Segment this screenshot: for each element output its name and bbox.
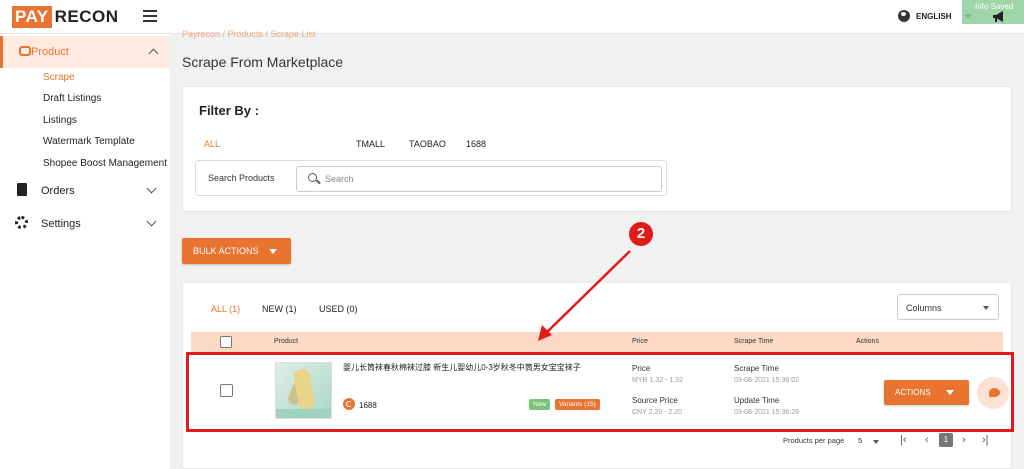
actions-label: ACTIONS [895, 388, 931, 397]
sidebar-subitem-scrape[interactable]: Scrape [43, 72, 75, 83]
header-actions: Actions [856, 338, 879, 345]
sidebar-item-label: Settings [41, 218, 81, 230]
update-time-value: 03-08-2021 15:36:26 [734, 409, 799, 416]
clipboard-icon [17, 183, 27, 196]
per-page-select[interactable]: 5 [858, 436, 862, 445]
update-time-label: Update Time [734, 396, 780, 405]
sidebar-subitem-listings[interactable]: Listings [43, 115, 77, 126]
filter-title: Filter By : [199, 103, 259, 118]
caret-down-icon[interactable] [873, 440, 879, 444]
sidebar-item-orders[interactable]: Orders [0, 180, 170, 202]
sidebar-subitem-draft-listings[interactable]: Draft Listings [43, 93, 101, 104]
top-bar: PAY RECON ENGLISH Info Saved [0, 0, 1024, 34]
product-thumbnail[interactable] [275, 362, 332, 419]
scrape-time-value: 03-08-2021 15:36:02 [734, 377, 799, 384]
bulk-actions-button[interactable]: BULK ACTIONS [182, 238, 291, 264]
tab-used[interactable]: USED (0) [319, 304, 358, 314]
product-table-card: ALL (1) NEW (1) USED (0) Columns Product… [182, 282, 1012, 469]
sidebar-subitem-watermark-template[interactable]: Watermark Template [43, 136, 135, 147]
filter-tab-taobao[interactable]: TAOBAO [409, 139, 446, 149]
first-page-icon[interactable]: |‹ [900, 434, 907, 446]
notification-text: Info Saved [975, 2, 1014, 11]
filter-tab-all[interactable]: ALL [204, 139, 220, 149]
per-page-label: Products per page [783, 436, 845, 445]
caret-down-icon [269, 249, 277, 254]
columns-select[interactable]: Columns [897, 294, 999, 320]
header-product: Product [274, 338, 299, 345]
sidebar-item-label: Product [31, 46, 69, 58]
bulk-actions-label: BULK ACTIONS [193, 246, 259, 256]
marketplace-name: 1688 [359, 401, 377, 410]
new-badge: New [529, 399, 551, 410]
source-price-value: CNY 2.20 - 2.20 [632, 409, 683, 416]
marketplace-1688-icon [343, 398, 355, 410]
filter-tab-tmall[interactable]: TMALL [356, 139, 385, 149]
caret-down-icon [946, 390, 954, 395]
breadcrumb[interactable]: Payrecon / Products / Scrape List [182, 29, 316, 39]
chat-icon [989, 388, 1000, 397]
logo-pay-text: PAY [12, 6, 52, 28]
price-value: MYR 1.32 - 1.32 [632, 377, 683, 384]
megaphone-icon[interactable] [992, 11, 1006, 22]
chevron-up-icon [148, 48, 159, 59]
step-number-badge: 2 [629, 222, 653, 246]
table-row: 婴儿长筒袜春秋棉袜过膝 新生儿婴幼儿0-3岁秋冬中筒男女宝宝袜子 1688 Ne… [187, 353, 1013, 433]
header-scrape-time: Scrape Time [734, 338, 774, 345]
row-checkbox[interactable] [220, 384, 233, 397]
last-page-icon[interactable]: ›| [982, 434, 989, 446]
select-all-checkbox[interactable] [220, 336, 232, 348]
price-label: Price [632, 364, 651, 373]
search-icon [308, 173, 317, 182]
sidebar-item-settings[interactable]: Settings [0, 213, 170, 235]
filter-card: Filter By : ALL TMALL TAOBAO 1688 Search… [182, 86, 1012, 212]
actions-button[interactable]: ACTIONS [884, 380, 969, 405]
language-selector[interactable]: ENGLISH [898, 10, 972, 22]
search-label: Search Products [208, 173, 275, 183]
next-page-icon[interactable]: › [962, 434, 966, 446]
language-label: ENGLISH [916, 11, 952, 21]
columns-label: Columns [906, 303, 942, 313]
sidebar-subitem-shopee-boost[interactable]: Shopee Boost Management [43, 158, 167, 169]
tab-new[interactable]: NEW (1) [262, 304, 297, 314]
prev-page-icon[interactable]: ‹ [925, 434, 929, 446]
search-box: Search Products [195, 160, 667, 196]
search-input[interactable] [296, 166, 662, 192]
source-price-label: Source Price [632, 396, 678, 405]
page-title: Scrape From Marketplace [182, 54, 344, 70]
chevron-down-icon [146, 183, 157, 194]
sidebar-item-label: Orders [41, 185, 75, 197]
gear-icon [15, 216, 28, 229]
filter-tab-1688[interactable]: 1688 [466, 139, 486, 149]
current-page-button[interactable]: 1 [939, 433, 953, 447]
logo-recon-text: RECON [54, 7, 119, 26]
scrape-time-label: Scrape Time [734, 364, 779, 373]
caret-down-icon [983, 306, 989, 310]
header-price: Price [632, 338, 648, 345]
menu-toggle-icon[interactable] [143, 10, 157, 22]
tab-all[interactable]: ALL (1) [211, 304, 240, 314]
product-icon [19, 46, 31, 56]
variants-badge[interactable]: Variants (15) [555, 399, 600, 410]
globe-icon [898, 10, 910, 22]
product-name[interactable]: 婴儿长筒袜春秋棉袜过膝 新生儿婴幼儿0-3岁秋冬中筒男女宝宝袜子 [343, 362, 581, 373]
payrecon-logo[interactable]: PAY RECON [12, 6, 119, 28]
sidebar-item-product[interactable]: Product [0, 36, 170, 68]
table-header: Product Price Scrape Time Actions [191, 332, 1003, 352]
sidebar: Product Scrape Draft Listings Listings W… [0, 34, 170, 469]
chevron-down-icon [146, 216, 157, 227]
